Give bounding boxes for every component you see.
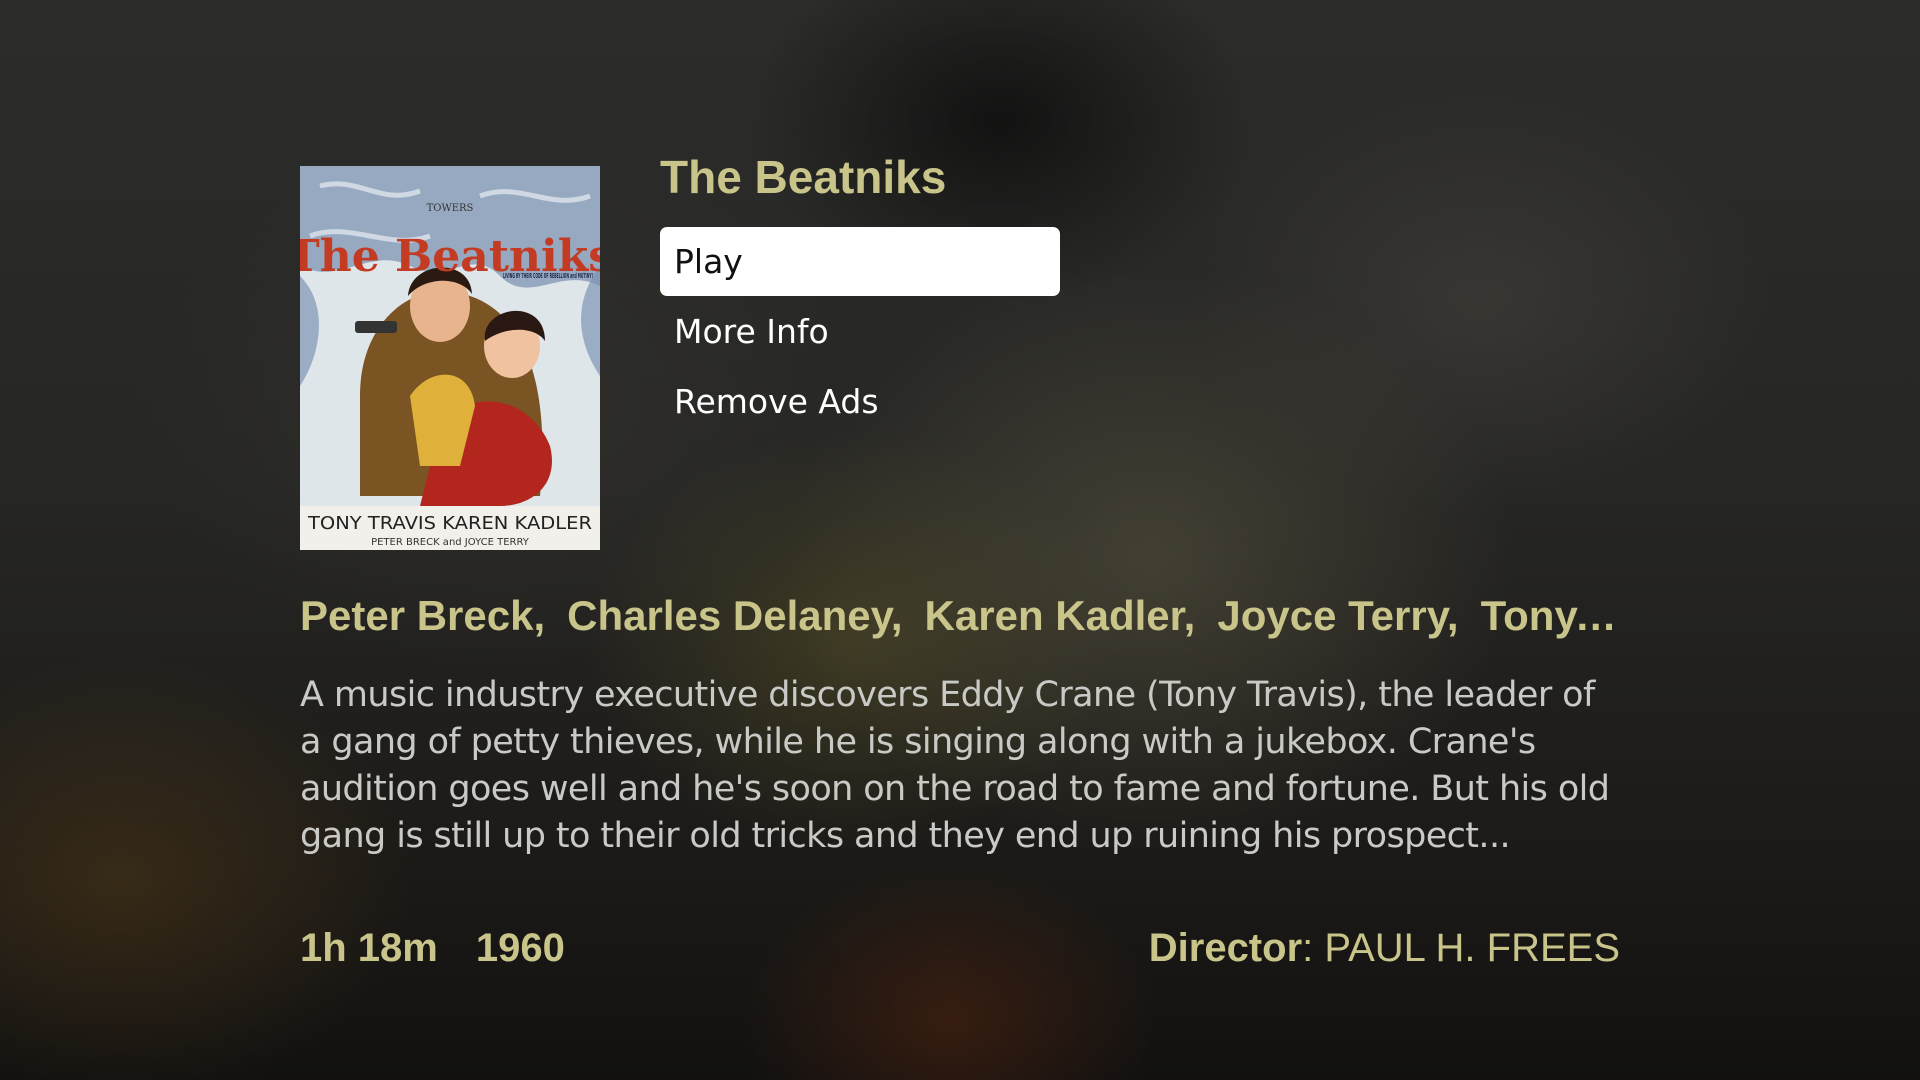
poster-stars: TONY TRAVIS KAREN KADLER (307, 513, 592, 534)
movie-title: The Beatniks (660, 151, 947, 203)
poster-top-text: TOWERS (427, 203, 474, 214)
movie-meta: 1h 18m 1960 (300, 920, 603, 976)
director-info: Director: PAUL H. FREES (1149, 920, 1620, 976)
movie-description: A music industry executive discovers Edd… (300, 675, 1610, 856)
play-button[interactable]: Play (660, 227, 1060, 296)
action-menu: Play More Info Remove Ads (660, 227, 1060, 437)
poster-tagline: LIVING BY THEIR CODE OF REBELLION and MU… (503, 272, 593, 280)
more-info-button[interactable]: More Info (660, 297, 1060, 366)
cast-member: Karen Kadler, (924, 592, 1196, 639)
cast-member: Tony... (1480, 592, 1610, 639)
cast-list: Peter Breck, Charles Delaney, Karen Kadler… (300, 588, 1620, 644)
cast-member: Peter Breck, (300, 592, 546, 639)
director-label: Director (1148, 926, 1303, 970)
director-name: PAUL H. FREES (1324, 926, 1620, 970)
poster-costars: PETER BRECK and JOYCE TERRY (371, 537, 530, 548)
cast-member: Charles Delaney, (567, 592, 903, 639)
remove-ads-button[interactable]: Remove Ads (660, 367, 1060, 436)
director-separator: : (1302, 926, 1325, 970)
movie-duration: 1h 18m (300, 926, 438, 970)
movie-poster: TOWERS The Beatniks LIVING BY THEIR CODE… (300, 166, 600, 550)
poster-art: TOWERS The Beatniks LIVING BY THEIR CODE… (300, 166, 600, 550)
movie-year: 1960 (475, 926, 565, 970)
blurred-backdrop (0, 0, 1920, 1080)
cast-member: Joyce Terry, (1217, 592, 1459, 639)
